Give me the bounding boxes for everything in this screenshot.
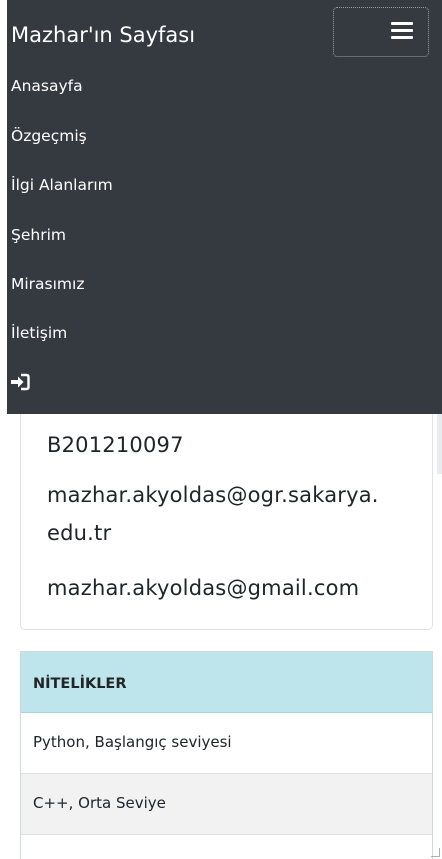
list-item-label: Python, Başlangıç seviyesi — [33, 733, 232, 751]
qualifications-header: NİTELİKLER — [21, 652, 432, 713]
navbar: Mazhar'ın Sayfası Anasayfa Özgeçmiş İlgi… — [7, 0, 442, 414]
nav-item-sehrim[interactable]: Şehrim — [11, 225, 66, 245]
list-item — [21, 835, 432, 859]
student-number: B201210097 — [47, 433, 184, 457]
list-item: C++, Orta Seviye — [21, 774, 432, 835]
navbar-toggler-button[interactable] — [333, 7, 429, 57]
nav-item-ilgi-alanlarim[interactable]: İlgi Alanlarım — [11, 175, 113, 195]
school-email-line-2[interactable]: edu.tr — [47, 517, 111, 549]
nav-item-anasayfa[interactable]: Anasayfa — [11, 76, 83, 96]
qualifications-title: NİTELİKLER — [33, 676, 127, 692]
page-scrollbar[interactable] — [437, 414, 442, 474]
list-item: Python, Başlangıç seviyesi — [21, 713, 432, 774]
nav-item-ozgecmis[interactable]: Özgeçmiş — [11, 126, 87, 146]
sign-in-icon[interactable] — [9, 372, 31, 392]
resize-grip-icon[interactable] — [431, 848, 440, 857]
page: B201210097 mazhar.akyoldas@ogr.sakarya. … — [0, 0, 442, 859]
nav-item-mirasimiz[interactable]: Mirasımız — [11, 274, 84, 294]
school-email-line-1[interactable]: mazhar.akyoldas@ogr.sakarya. — [47, 479, 379, 511]
nav-item-iletisim[interactable]: İletişim — [11, 323, 67, 343]
hamburger-menu-icon — [391, 22, 413, 40]
personal-email[interactable]: mazhar.akyoldas@gmail.com — [47, 572, 359, 604]
navbar-brand[interactable]: Mazhar'ın Sayfası — [11, 22, 195, 48]
list-item-label: C++, Orta Seviye — [33, 794, 166, 812]
qualifications-list: NİTELİKLER Python, Başlangıç seviyesi C+… — [20, 651, 433, 859]
contact-card: B201210097 mazhar.akyoldas@ogr.sakarya. … — [20, 380, 433, 630]
